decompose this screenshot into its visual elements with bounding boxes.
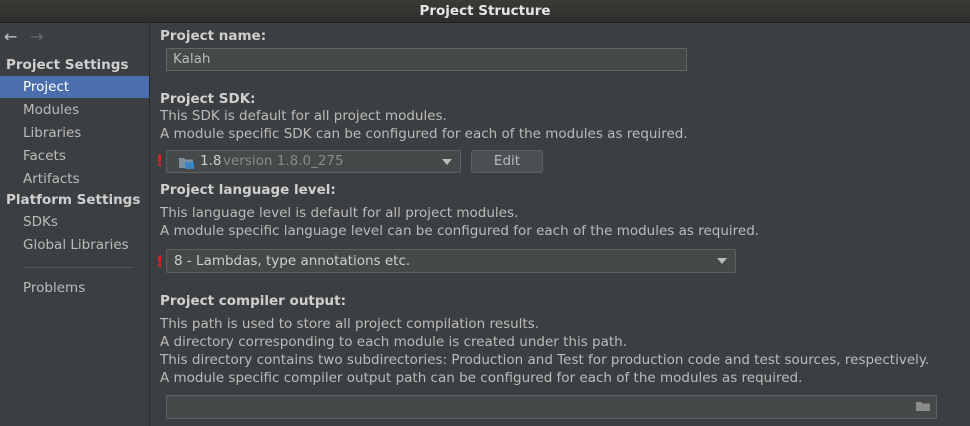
- back-arrow-icon[interactable]: ←: [4, 28, 17, 46]
- main-panel: Project name: Kalah Project SDK: This SD…: [150, 23, 970, 426]
- sidebar-item-artifacts[interactable]: Artifacts: [0, 168, 149, 190]
- project-name-value: Kalah: [173, 51, 211, 67]
- sidebar-item-global-libraries[interactable]: Global Libraries: [0, 234, 149, 256]
- language-level-label: Project language level:: [160, 182, 336, 198]
- compiler-output-label: Project compiler output:: [160, 293, 347, 309]
- language-level-warning-icon: !: [156, 252, 164, 271]
- window-title: Project Structure: [0, 0, 970, 23]
- sdk-version: version 1.8.0_275: [223, 153, 344, 169]
- platform-settings-header: Platform Settings: [6, 192, 141, 208]
- language-level-select[interactable]: 8 - Lambdas, type annotations etc.: [166, 249, 736, 273]
- sdk-warning-icon: !: [156, 151, 164, 170]
- project-name-input[interactable]: Kalah: [166, 48, 687, 71]
- project-sdk-desc-1: This SDK is default for all project modu…: [160, 108, 447, 124]
- project-settings-header: Project Settings: [6, 57, 129, 73]
- sidebar-item-modules[interactable]: Modules: [0, 99, 149, 121]
- language-level-desc-1: This language level is default for all p…: [160, 205, 519, 221]
- sidebar-divider: [23, 267, 134, 268]
- compiler-output-desc-4: A module specific compiler output path c…: [160, 370, 803, 386]
- sidebar-item-sdks[interactable]: SDKs: [0, 211, 149, 233]
- chevron-down-icon: [442, 159, 452, 165]
- sidebar-item-libraries[interactable]: Libraries: [0, 122, 149, 144]
- project-name-label: Project name:: [160, 28, 267, 44]
- sidebar-item-project[interactable]: Project: [0, 76, 149, 98]
- project-sdk-desc-2: A module specific SDK can be configured …: [160, 126, 688, 142]
- sidebar-item-facets[interactable]: Facets: [0, 145, 149, 167]
- project-sdk-label: Project SDK:: [160, 91, 256, 107]
- edit-sdk-button[interactable]: Edit: [471, 150, 543, 173]
- sidebar-item-problems[interactable]: Problems: [0, 277, 149, 299]
- project-sdk-select[interactable]: 1.8 version 1.8.0_275: [166, 150, 461, 173]
- folder-sdk-icon: [179, 158, 194, 169]
- sdk-name: 1.8: [200, 153, 222, 169]
- forward-arrow-icon[interactable]: →: [30, 28, 43, 46]
- compiler-output-desc-2: A directory corresponding to each module…: [160, 334, 628, 350]
- language-level-desc-2: A module specific language level can be …: [160, 223, 760, 239]
- chevron-down-icon: [717, 258, 727, 264]
- language-level-value: 8 - Lambdas, type annotations etc.: [174, 253, 411, 269]
- folder-icon[interactable]: [916, 401, 930, 411]
- sidebar: ← → Project Settings Project Modules Lib…: [0, 23, 149, 426]
- compiler-output-desc-3: This directory contains two subdirectori…: [160, 352, 930, 368]
- compiler-output-desc-1: This path is used to store all project c…: [160, 316, 540, 332]
- compiler-output-input[interactable]: [166, 395, 937, 419]
